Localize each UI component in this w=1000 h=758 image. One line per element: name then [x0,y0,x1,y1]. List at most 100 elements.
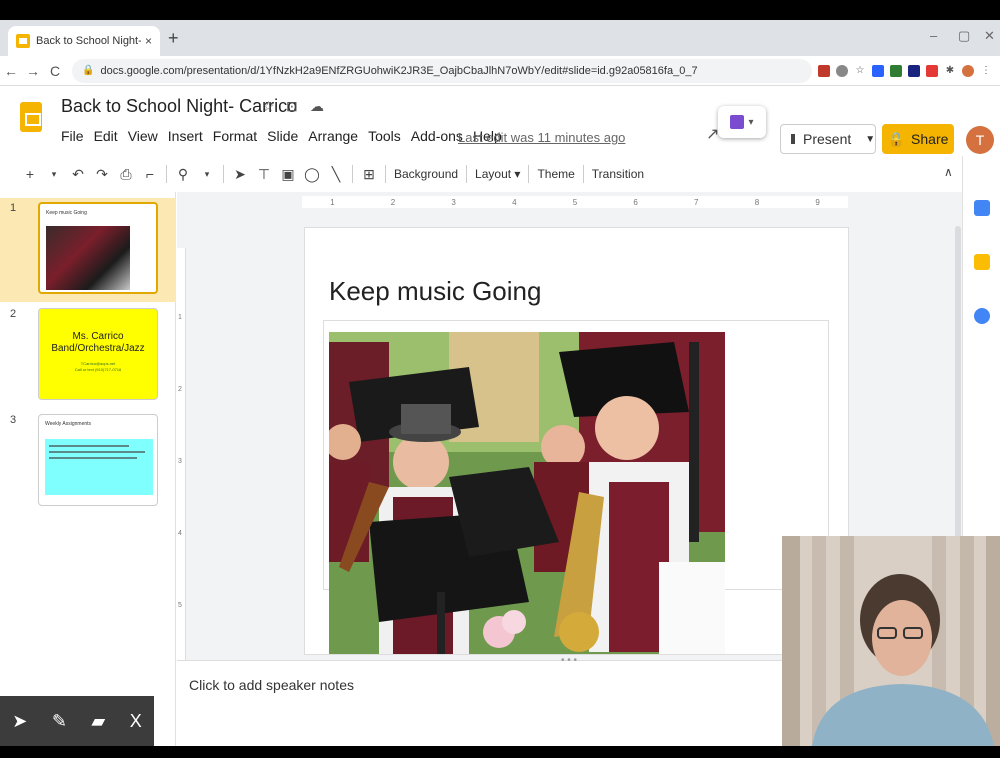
divider [223,165,224,183]
tab-close-icon[interactable]: × [145,34,152,48]
ruler-mark: 7 [694,197,699,207]
extension-icon[interactable] [908,64,920,77]
extension-icon[interactable] [818,64,830,77]
highlighter-icon[interactable]: ▰ [91,711,105,732]
zoom-dropdown-icon[interactable]: ▾ [199,169,215,180]
layout-button[interactable]: Layout ▾ [475,167,520,181]
extension-icon[interactable] [872,64,884,77]
zoom-icon[interactable] [836,64,848,77]
menu-arrange[interactable]: Arrange [308,128,358,144]
last-edit-link[interactable]: Last edit was 11 minutes ago [458,130,625,145]
band-photo[interactable] [329,332,725,654]
present-label: Present [803,131,852,147]
menu-edit[interactable]: Edit [94,128,118,144]
reload-button[interactable]: C [44,63,66,79]
close-icon[interactable]: X [130,711,142,732]
menu-addons[interactable]: Add-ons [411,128,463,144]
lock-icon: 🔒 [887,130,906,147]
present-button[interactable]: Present ▼ [780,124,876,154]
print-icon[interactable]: ⎙ [118,166,134,183]
puzzle-icon[interactable]: ✱ [944,65,956,77]
new-tab-button[interactable]: + [168,28,179,49]
extension-icon[interactable] [890,64,902,77]
webcam-illustration [782,536,1000,746]
profile-icon[interactable] [962,64,974,77]
layout-label: Layout [475,167,512,181]
image-icon[interactable]: ▣ [280,166,296,183]
collapse-toolbar-icon[interactable]: ∧ [944,165,953,179]
slide-thumbnail-3[interactable]: 3 Weekly Assignments [0,410,176,514]
ruler-mark: 3 [451,197,456,207]
redo-icon[interactable]: ↷ [94,166,110,183]
select-arrow-icon[interactable]: ➤ [232,166,248,183]
vertical-ruler: 1 2 3 4 5 [176,248,186,672]
speaker-notes-placeholder[interactable]: Click to add speaker notes [189,677,354,693]
zoom-icon[interactable]: ⚲ [175,166,191,183]
ruler-mark: 9 [815,197,820,207]
star-icon[interactable]: ☆ [262,98,275,115]
thumbnail: Ms. Carrico Band/Orchestra/Jazz TCarrico… [38,308,158,400]
restore-button[interactable]: ▢ [958,28,970,44]
slides-logo-icon[interactable] [20,102,42,132]
window-close-button[interactable]: ✕ [984,28,995,44]
thumbnail-name: Ms. Carrico Band/Orchestra/Jazz [39,331,157,355]
thumbnail-text-box [45,439,153,495]
menu-format[interactable]: Format [213,128,257,144]
divider [528,165,530,183]
ruler-mark: 3 [178,458,182,465]
present-dropdown-icon[interactable]: ▼ [865,134,875,145]
slide-thumbnail-1[interactable]: 1 Keep music Going [0,198,176,302]
thumbnail-text-line [49,457,137,459]
thumbnail-photo [46,226,130,290]
slide-number: 2 [10,308,17,320]
ruler-mark: 2 [390,197,396,207]
avatar[interactable]: T [966,126,994,154]
editing-toolbar: + ▾ ↶ ↷ ⎙ ⌐ ⚲ ▾ ➤ ⊤ ▣ ◯ ╲ ⊞ Background L… [0,159,962,189]
menu-tools[interactable]: Tools [368,128,401,144]
slide-thumbnail-2[interactable]: 2 Ms. Carrico Band/Orchestra/Jazz TCarri… [0,304,176,408]
forward-button[interactable]: → [22,63,44,79]
thumbnail-text-line [49,445,129,447]
browser-window: Back to School Night- Carrico - G × + – … [0,20,1000,746]
minimize-button[interactable]: – [930,28,937,43]
horizontal-ruler: 1 2 3 4 5 6 7 8 9 [302,196,848,208]
ruler-mark: 5 [572,197,578,207]
menu-slide[interactable]: Slide [267,128,298,144]
pointer-icon[interactable]: ➤ [12,711,27,732]
band-photo-illustration [329,332,725,654]
menu-icon[interactable]: ⋮ [980,65,992,77]
bookmark-star-icon[interactable]: ☆ [854,65,866,77]
line-icon[interactable]: ╲ [328,166,344,183]
back-button[interactable]: ← [0,63,22,79]
text-box-icon[interactable]: ⊤ [256,166,272,183]
calendar-icon[interactable] [974,200,990,216]
browser-tab[interactable]: Back to School Night- Carrico - G × [8,26,160,56]
menu-file[interactable]: File [61,128,84,144]
ruler-mark: 8 [754,197,760,207]
theme-button[interactable]: Theme [537,167,574,181]
chevron-down-icon: ▾ [748,116,754,128]
pen-icon[interactable]: ✎ [52,711,67,732]
tasks-icon[interactable] [974,308,990,324]
slide-title[interactable]: Keep music Going [329,276,541,307]
move-folder-icon[interactable]: ⊡ [286,98,298,115]
current-slide[interactable]: Keep music Going [305,228,848,654]
shape-icon[interactable]: ◯ [304,166,320,183]
menu-insert[interactable]: Insert [168,128,203,144]
background-button[interactable]: Background [394,167,458,181]
keep-icon[interactable] [974,254,990,270]
addon-popup[interactable]: ▾ [718,106,766,138]
undo-icon[interactable]: ↶ [70,166,86,183]
new-slide-icon[interactable]: + [22,166,38,182]
transition-button[interactable]: Transition [592,167,644,181]
address-bar[interactable]: 🔒 docs.google.com/presentation/d/1YfNzkH… [72,58,812,83]
puzzle-addon-icon [730,115,745,129]
comment-icon[interactable]: ⊞ [361,166,377,183]
new-slide-dropdown-icon[interactable]: ▾ [46,169,62,180]
menu-bar: File Edit View Insert Format Slide Arran… [61,128,502,144]
notes-resize-handle[interactable]: • • • [561,655,577,666]
extension-icon[interactable] [926,64,938,77]
menu-view[interactable]: View [128,128,158,144]
share-button[interactable]: 🔒 Share [882,124,954,154]
paint-format-icon[interactable]: ⌐ [142,166,158,182]
